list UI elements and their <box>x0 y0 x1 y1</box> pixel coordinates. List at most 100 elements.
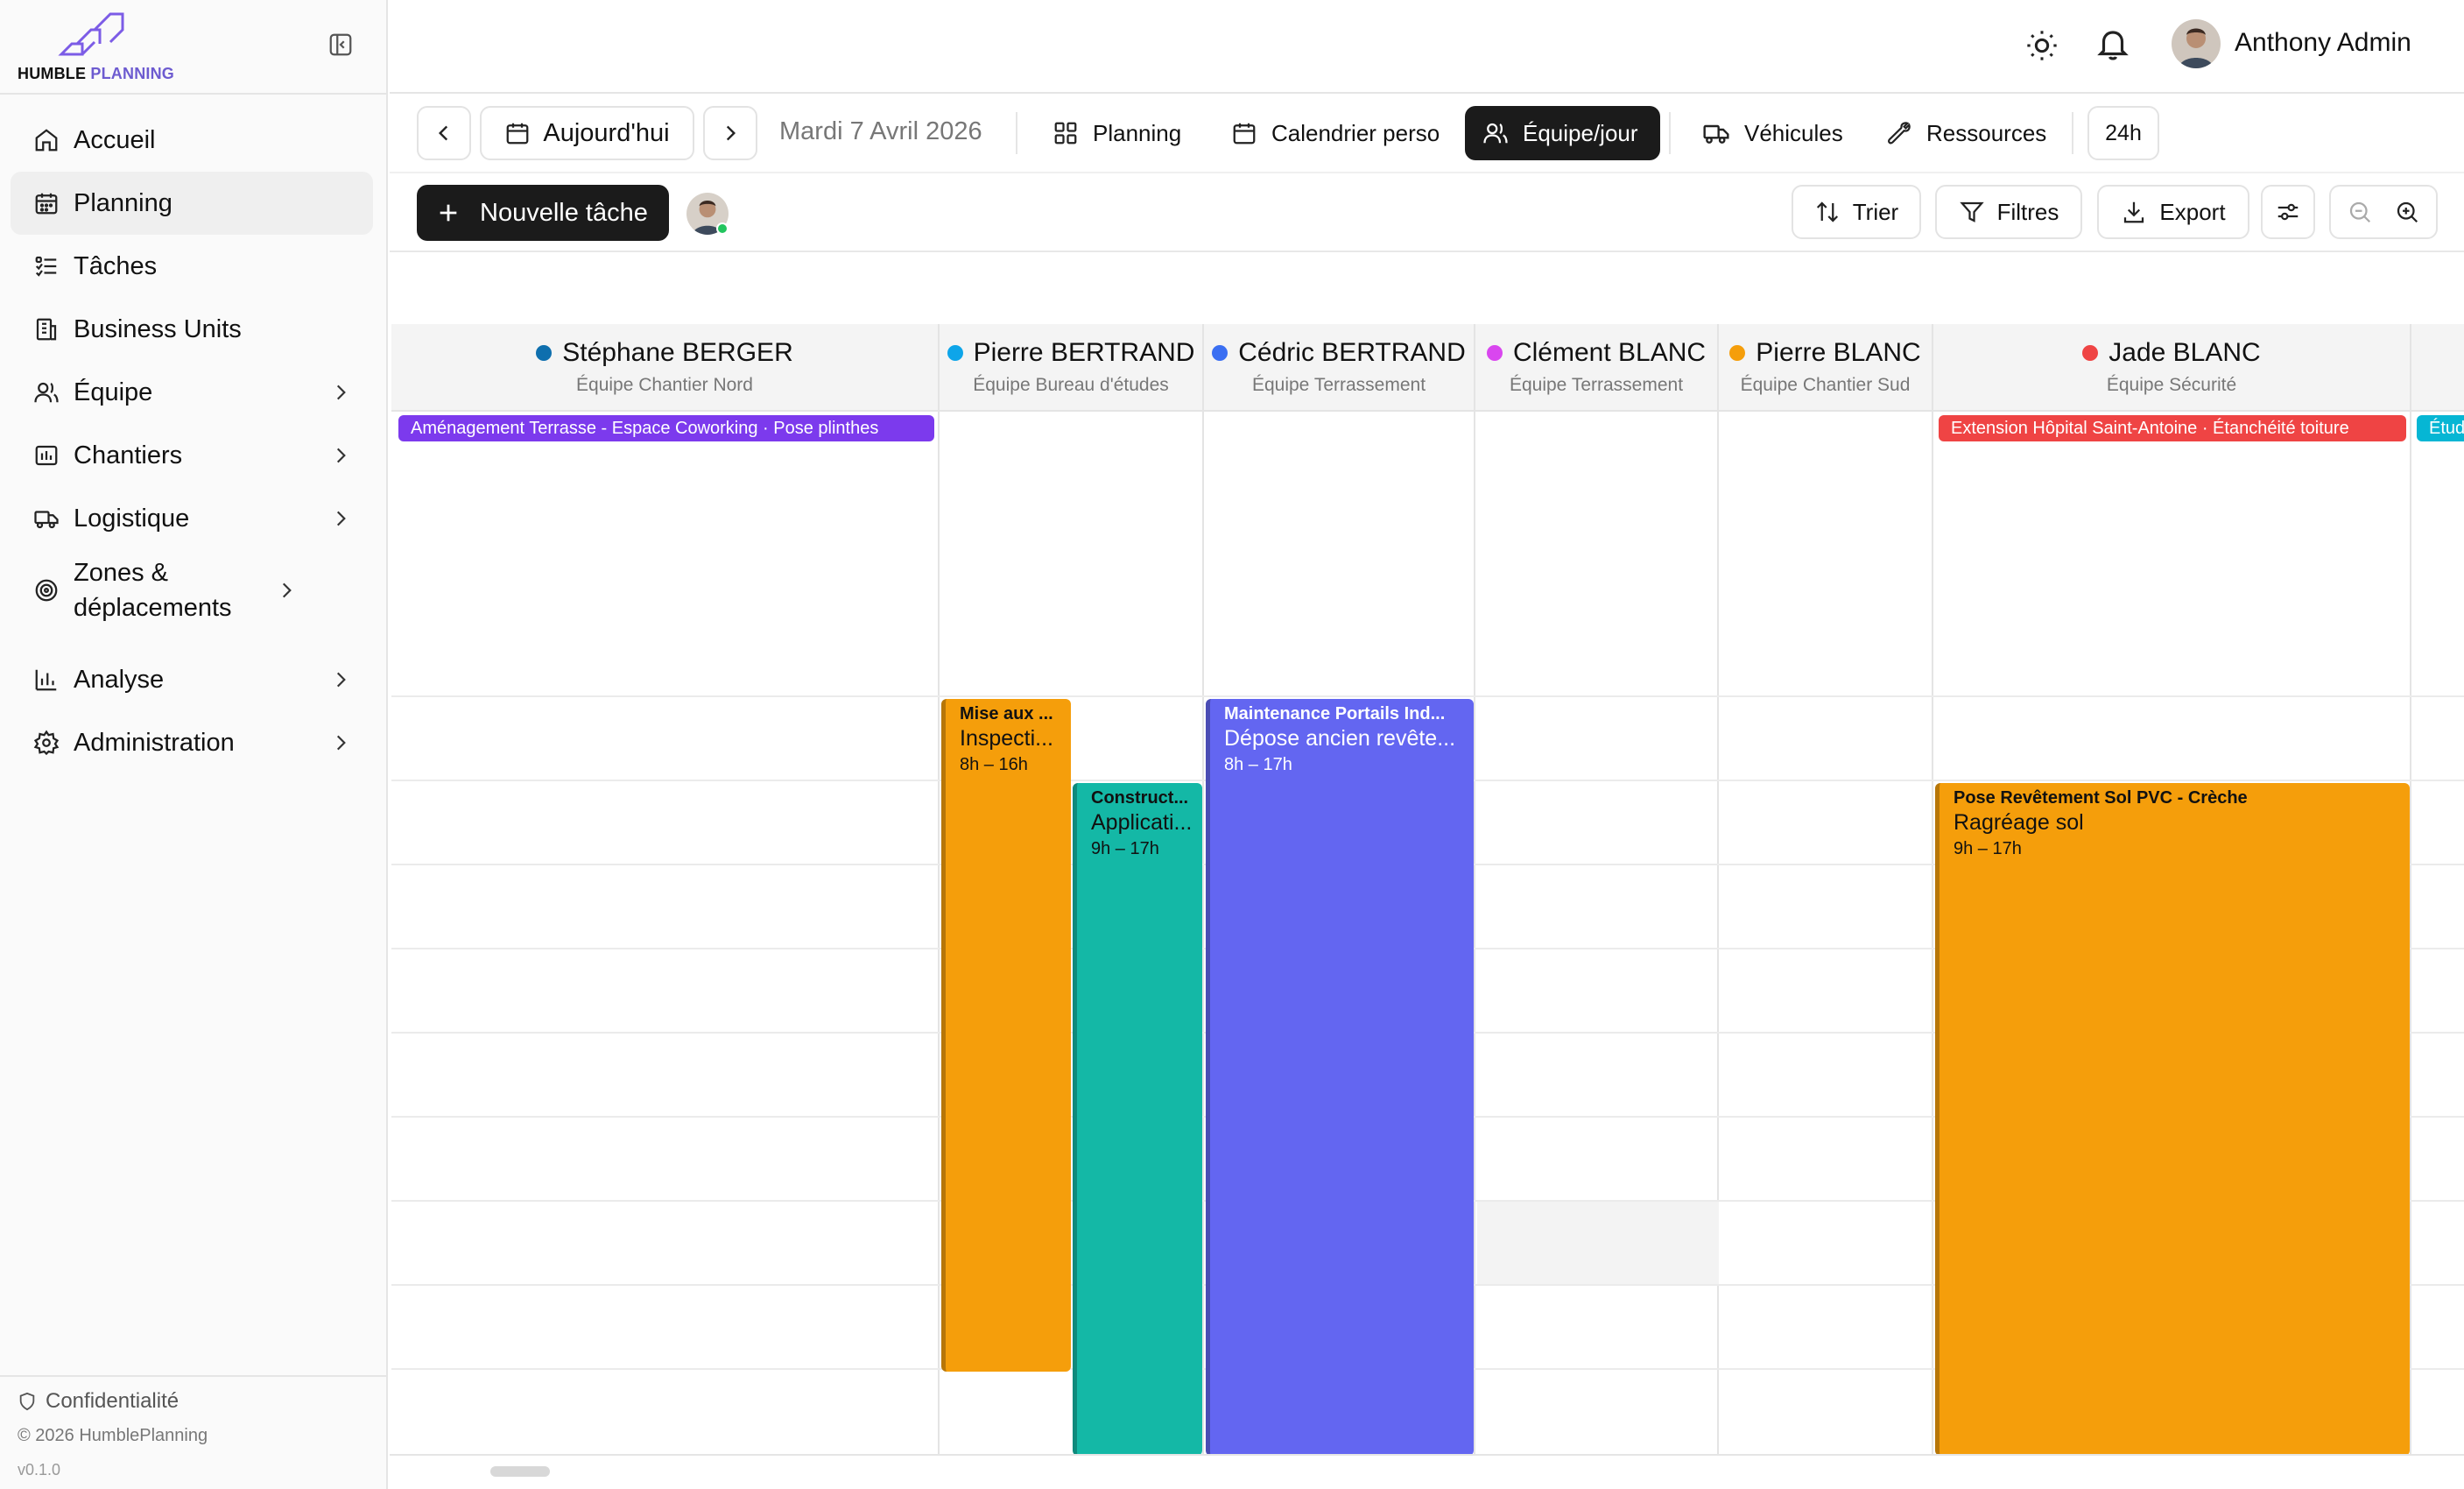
event-project: Mise aux ... <box>960 704 1053 723</box>
gear-icon <box>32 728 61 758</box>
person-name: Jade BLANC <box>2108 338 2261 367</box>
sidebar-item-analyse[interactable]: Analyse <box>11 648 373 711</box>
person-color-dot <box>1212 345 1228 361</box>
chevron-right-icon <box>726 125 736 141</box>
zoom-in-icon[interactable] <box>2394 199 2420 225</box>
person-color-dot <box>947 345 963 361</box>
chevron-right-icon <box>336 385 346 400</box>
toolbar-bottom-divider <box>390 251 2464 252</box>
sidebar-item-logistique[interactable]: Logistique <box>11 487 373 550</box>
brand-name: HUMBLE PLANNING <box>18 65 174 83</box>
column-header[interactable]: Pierre BLANC Équipe Chantier Sud <box>1719 324 1933 412</box>
sidebar-collapse-icon[interactable] <box>327 32 354 58</box>
person-column[interactable] <box>391 412 940 1456</box>
next-day-button[interactable] <box>703 106 757 160</box>
tab-label: Véhicules <box>1744 119 1843 146</box>
today-button[interactable]: Aujourd'hui <box>480 106 694 160</box>
tab-calendrier-perso[interactable]: Calendrier perso <box>1214 106 1457 160</box>
sidebar-footer-divider <box>0 1375 388 1377</box>
tab-planning[interactable]: Planning <box>1035 106 1199 160</box>
column-header-partial[interactable] <box>2411 324 2464 412</box>
user-name[interactable]: Anthony Admin <box>2235 28 2411 58</box>
grid-bottom-border <box>390 1454 2464 1456</box>
tab-label: Équipe/jour <box>1523 119 1638 146</box>
zoom-controls <box>2329 185 2438 239</box>
sidebar-item-label: Administration <box>74 729 235 757</box>
truck-icon <box>32 504 61 533</box>
task-event[interactable]: Maintenance Portails Ind... Dépose ancie… <box>1206 699 1474 1456</box>
all-day-event[interactable]: Étud <box>2417 415 2464 441</box>
column-header[interactable]: Jade BLANC Équipe Sécurité <box>1933 324 2411 412</box>
zoom-out-icon[interactable] <box>2347 199 2373 225</box>
person-column[interactable] <box>1719 412 1933 1456</box>
column-header[interactable]: Pierre BERTRAND Équipe Bureau d'études <box>940 324 1204 412</box>
person-color-dot <box>1486 345 1503 361</box>
person-color-dot <box>2082 345 2099 361</box>
theme-toggle-icon[interactable] <box>2024 28 2059 63</box>
version-text: v0.1.0 <box>18 1461 61 1478</box>
task-event[interactable]: Mise aux ... Inspecti... 8h – 16h <box>941 699 1071 1372</box>
export-label: Export <box>2159 198 2226 225</box>
users-icon <box>1483 123 1508 144</box>
sort-button[interactable]: Trier <box>1792 185 1921 239</box>
calendar-icon <box>507 123 529 145</box>
person-column[interactable] <box>1475 412 1719 1456</box>
prev-day-button[interactable] <box>417 106 471 160</box>
event-project: Maintenance Portails Ind... <box>1224 704 1446 723</box>
truck-icon <box>1703 124 1729 144</box>
sort-arrows-icon <box>1816 201 1838 222</box>
range-24h-button[interactable]: 24h <box>2087 106 2159 160</box>
range-label: 24h <box>2105 120 2142 145</box>
avatar-image <box>2172 19 2221 68</box>
sidebar-item-chantiers[interactable]: Chantiers <box>11 424 373 487</box>
sidebar-item-taches[interactable]: Tâches <box>11 235 373 298</box>
calendar-icon <box>1233 123 1256 145</box>
tab-label: Ressources <box>1926 119 2047 146</box>
toolbar-divider-line <box>390 172 2464 173</box>
person-color-dot <box>536 345 553 361</box>
sidebar-item-business-units[interactable]: Business Units <box>11 298 373 361</box>
column-header[interactable]: Stéphane BERGER Équipe Chantier Nord <box>391 324 940 412</box>
task-event[interactable]: Construct... Applicati... 9h – 17h <box>1073 783 1202 1456</box>
new-task-button[interactable]: Nouvelle tâche <box>417 185 669 241</box>
filter-icon <box>1959 201 1984 222</box>
sidebar-item-accueil[interactable]: Accueil <box>11 109 373 172</box>
filters-button[interactable]: Filtres <box>1935 185 2082 239</box>
sidebar-item-planning[interactable]: Planning <box>11 172 373 235</box>
task-event[interactable]: Pose Revêtement Sol PVC - Crèche Ragréag… <box>1935 783 2410 1456</box>
privacy-link[interactable]: Confidentialité <box>18 1389 179 1414</box>
privacy-label: Confidentialité <box>46 1389 180 1413</box>
export-button[interactable]: Export <box>2097 185 2249 239</box>
tab-equipe-jour[interactable]: Équipe/jour <box>1465 106 1660 160</box>
home-icon <box>32 125 61 155</box>
all-day-event[interactable]: Extension Hôpital Saint-Antoine · Étanch… <box>1939 415 2406 441</box>
brand-name-accent: PLANNING <box>90 65 175 82</box>
target-icon <box>32 575 61 605</box>
column-header[interactable]: Cédric BERTRAND Équipe Terrassement <box>1204 324 1475 412</box>
current-date: Mardi 7 Avril 2026 <box>779 117 982 145</box>
sidebar-item-zones[interactable]: Zones & déplacements <box>11 550 373 631</box>
horizontal-scrollbar[interactable] <box>490 1466 550 1477</box>
copyright-text: © 2026 HumblePlanning <box>18 1426 208 1445</box>
hour-line <box>391 695 2464 697</box>
tab-ressources[interactable]: Ressources <box>1869 106 2064 160</box>
filters-label: Filtres <box>1996 198 2059 225</box>
sidebar-item-label: Chantiers <box>74 441 183 469</box>
event-time: 8h – 17h <box>1224 755 1292 774</box>
settings-sliders-button[interactable] <box>2261 185 2315 239</box>
sidebar-item-equipe[interactable]: Équipe <box>11 361 373 424</box>
notification-bell-icon[interactable] <box>2094 26 2131 63</box>
user-avatar[interactable] <box>2172 19 2221 68</box>
bar-chart-icon <box>32 665 61 695</box>
all-day-event-label: Étud <box>2429 418 2464 438</box>
sidebar-item-administration[interactable]: Administration <box>11 711 373 774</box>
today-label: Aujourd'hui <box>543 118 670 147</box>
person-team: Équipe Chantier Sud <box>1740 375 1911 395</box>
column-header[interactable]: Clément BLANC Équipe Terrassement <box>1475 324 1719 412</box>
brand-name-part: HUMBLE <box>18 65 91 82</box>
brand-logo[interactable]: HUMBLE PLANNING <box>18 9 193 83</box>
tab-vehicules[interactable]: Véhicules <box>1685 106 1861 160</box>
person-team: Équipe Sécurité <box>2106 375 2237 395</box>
person-team: Équipe Bureau d'études <box>973 375 1169 395</box>
all-day-event[interactable]: Aménagement Terrasse - Espace Coworking … <box>398 415 934 441</box>
